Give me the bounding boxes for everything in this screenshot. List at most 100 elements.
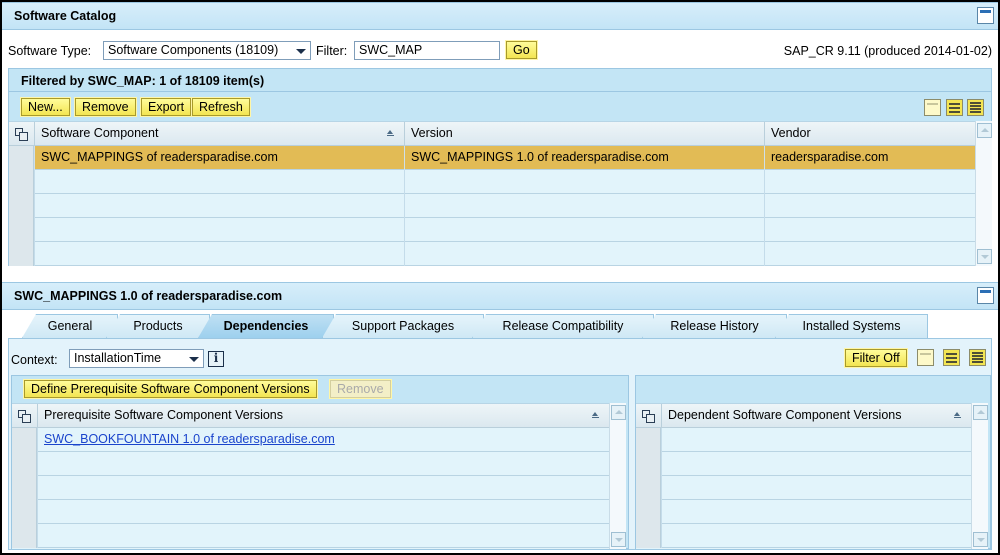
table-cell bbox=[37, 500, 609, 524]
vertical-scrollbar[interactable] bbox=[609, 403, 626, 549]
table-cell bbox=[661, 452, 971, 476]
table-row[interactable] bbox=[636, 476, 971, 500]
sort-ascending-icon[interactable] bbox=[592, 412, 599, 419]
table-row[interactable] bbox=[636, 428, 971, 452]
dependents-table: Dependent Software Component Versions bbox=[636, 403, 971, 549]
sort-ascending-icon[interactable] bbox=[954, 412, 961, 419]
divider bbox=[9, 91, 991, 92]
table-row[interactable]: SWC_MAPPINGS of readersparadise.com SWC_M… bbox=[9, 146, 975, 170]
row-selector[interactable] bbox=[9, 218, 34, 242]
view-compact-icon[interactable] bbox=[924, 99, 941, 116]
info-icon[interactable]: i bbox=[208, 351, 224, 367]
tab-products[interactable]: Products bbox=[106, 314, 210, 338]
refresh-button[interactable]: Refresh bbox=[191, 97, 251, 117]
tab-general[interactable]: General bbox=[22, 314, 118, 338]
table-row[interactable] bbox=[9, 170, 975, 194]
scroll-down-button[interactable] bbox=[611, 532, 626, 547]
table-cell bbox=[404, 194, 764, 218]
view-detailed-icon[interactable] bbox=[967, 99, 984, 116]
table-cell bbox=[661, 524, 971, 548]
software-type-select[interactable]: Software Components (18109) bbox=[103, 41, 311, 60]
row-selector[interactable] bbox=[636, 500, 661, 524]
row-selector[interactable] bbox=[12, 452, 37, 476]
vertical-scrollbar[interactable] bbox=[975, 121, 992, 266]
row-selector[interactable] bbox=[9, 170, 34, 194]
table-cell bbox=[764, 170, 975, 194]
filter-value: SWC_MAP bbox=[359, 43, 423, 57]
define-prerequisite-button[interactable]: Define Prerequisite Software Component V… bbox=[23, 379, 318, 399]
row-selector[interactable] bbox=[9, 146, 34, 170]
table-row[interactable] bbox=[12, 500, 609, 524]
table-row[interactable] bbox=[9, 242, 975, 266]
tab-installed-systems[interactable]: Installed Systems bbox=[775, 314, 928, 338]
row-selector[interactable] bbox=[636, 476, 661, 500]
remove-prerequisite-button[interactable]: Remove bbox=[329, 379, 392, 399]
tab-dependencies[interactable]: Dependencies bbox=[198, 314, 334, 338]
table-cell: readersparadise.com bbox=[764, 146, 975, 170]
sort-ascending-icon[interactable] bbox=[387, 130, 394, 137]
row-selector[interactable] bbox=[9, 242, 34, 266]
dependents-panel: Dependent Software Component Versions bbox=[635, 375, 991, 549]
scroll-up-button[interactable] bbox=[611, 405, 626, 420]
table-row[interactable] bbox=[636, 452, 971, 476]
table-row[interactable] bbox=[9, 194, 975, 218]
view-detailed-icon[interactable] bbox=[969, 349, 986, 366]
table-row[interactable] bbox=[12, 524, 609, 548]
filter-row: Software Type: Software Components (1810… bbox=[8, 40, 992, 62]
table-row[interactable] bbox=[636, 500, 971, 524]
table-cell bbox=[34, 170, 404, 194]
view-standard-icon[interactable] bbox=[946, 99, 963, 116]
tab-release-history[interactable]: Release History bbox=[642, 314, 787, 338]
filter-label: Filter: bbox=[316, 44, 348, 58]
tab-release-compatibility[interactable]: Release Compatibility bbox=[472, 314, 654, 338]
table-row[interactable] bbox=[636, 524, 971, 548]
chevron-down-icon bbox=[189, 357, 199, 362]
chevron-down-icon bbox=[296, 49, 306, 54]
row-selector[interactable] bbox=[9, 194, 34, 218]
row-selector[interactable] bbox=[636, 524, 661, 548]
scroll-up-button[interactable] bbox=[973, 405, 988, 420]
row-selector[interactable] bbox=[12, 500, 37, 524]
row-selector[interactable] bbox=[636, 452, 661, 476]
scroll-down-button[interactable] bbox=[973, 532, 988, 547]
remove-button[interactable]: Remove bbox=[74, 97, 137, 117]
row-selector[interactable] bbox=[12, 524, 37, 548]
tab-support-packages[interactable]: Support Packages bbox=[322, 314, 484, 338]
column-header-vendor[interactable]: Vendor bbox=[764, 122, 975, 146]
table-row[interactable] bbox=[12, 452, 609, 476]
column-selector-icon[interactable] bbox=[642, 410, 655, 423]
catalog-title: Software Catalog bbox=[14, 9, 117, 23]
view-standard-icon[interactable] bbox=[943, 349, 960, 366]
scroll-up-button[interactable] bbox=[977, 123, 992, 138]
window: Software Catalog Software Type: Software… bbox=[2, 2, 998, 553]
table-row[interactable] bbox=[9, 218, 975, 242]
go-button[interactable]: Go bbox=[505, 40, 538, 60]
row-selector[interactable] bbox=[12, 428, 37, 452]
view-compact-icon[interactable] bbox=[917, 349, 934, 366]
column-header-prerequisite[interactable]: Prerequisite Software Component Versions bbox=[37, 404, 609, 428]
table-cell: SWC_MAPPINGS 1.0 of readersparadise.com bbox=[404, 146, 764, 170]
column-header-version[interactable]: Version bbox=[404, 122, 764, 146]
column-header-software-component[interactable]: Software Component bbox=[34, 122, 404, 146]
filter-off-button[interactable]: Filter Off bbox=[844, 348, 908, 368]
component-version-link[interactable]: SWC_BOOKFOUNTAIN 1.0 of readersparadise.… bbox=[44, 432, 335, 446]
collapse-icon[interactable] bbox=[977, 287, 994, 304]
collapse-icon[interactable] bbox=[977, 7, 994, 24]
export-button[interactable]: Export bbox=[139, 97, 193, 117]
row-selector[interactable] bbox=[12, 476, 37, 500]
context-label: Context: bbox=[11, 353, 58, 367]
column-selector-icon[interactable] bbox=[15, 128, 28, 141]
table-row[interactable] bbox=[12, 476, 609, 500]
filtered-results-panel: Filtered by SWC_MAP: 1 of 18109 item(s) … bbox=[8, 68, 992, 266]
table-cell bbox=[764, 194, 975, 218]
scroll-down-button[interactable] bbox=[977, 249, 992, 264]
row-selector[interactable] bbox=[636, 428, 661, 452]
filtered-title: Filtered by SWC_MAP: 1 of 18109 item(s) bbox=[21, 74, 265, 88]
column-header-dependent[interactable]: Dependent Software Component Versions bbox=[661, 404, 971, 428]
column-selector-icon[interactable] bbox=[18, 410, 31, 423]
context-select[interactable]: InstallationTime bbox=[69, 349, 204, 368]
new-button[interactable]: New... bbox=[20, 97, 71, 117]
table-row[interactable]: SWC_BOOKFOUNTAIN 1.0 of readersparadise.… bbox=[12, 428, 609, 452]
filter-input[interactable]: SWC_MAP bbox=[354, 41, 500, 60]
vertical-scrollbar[interactable] bbox=[971, 403, 988, 549]
